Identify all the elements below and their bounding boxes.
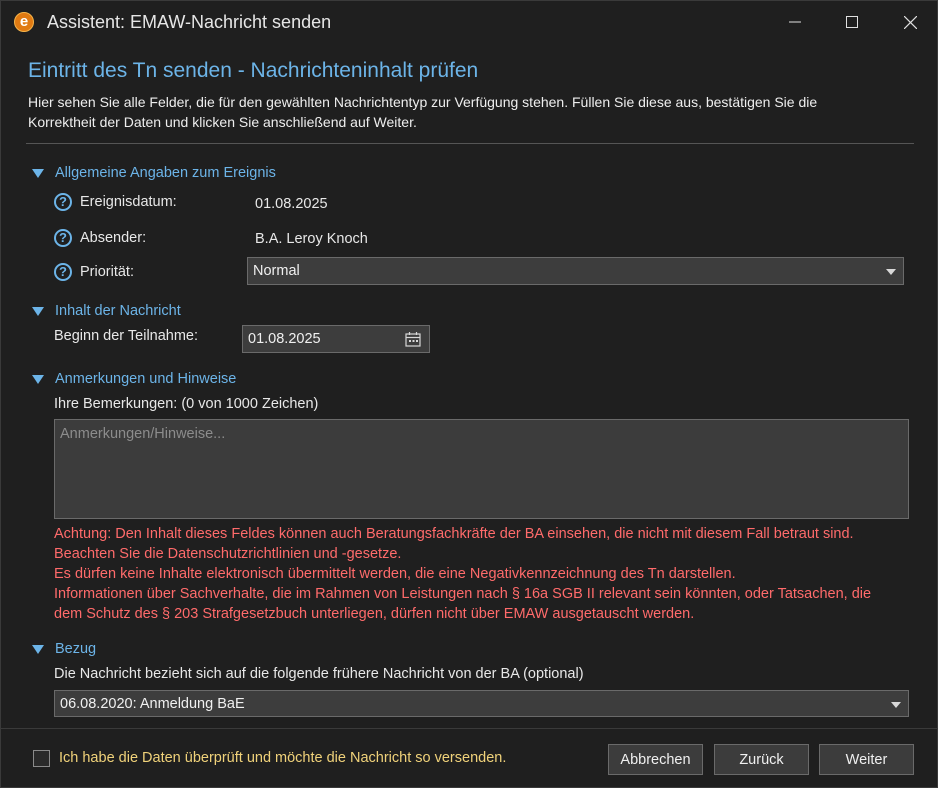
collapse-triangle-icon — [32, 307, 44, 316]
reference-selected-value: 06.08.2020: Anmeldung BaE — [60, 695, 245, 712]
maximize-button[interactable] — [829, 5, 875, 39]
collapse-triangle-icon — [32, 645, 44, 654]
dropdown-caret-icon — [891, 701, 901, 708]
minimize-button[interactable] — [772, 5, 818, 39]
title-bar: e Assistent: EMAW-Nachricht senden — [1, 1, 937, 43]
intro-line-2: Korrektheit der Daten und klicken Sie an… — [28, 114, 417, 130]
privacy-warning: Achtung: Den Inhalt dieses Feldes können… — [54, 524, 914, 624]
sender-value: B.A. Leroy Knoch — [255, 231, 368, 247]
remarks-textarea[interactable]: Anmerkungen/Hinweise... — [54, 419, 909, 519]
minimize-icon — [789, 21, 801, 23]
warning-line: Es dürfen keine Inhalte elektronisch übe… — [54, 566, 736, 582]
collapse-triangle-icon — [32, 375, 44, 384]
help-icon[interactable]: ? — [54, 193, 72, 211]
remarks-label: Ihre Bemerkungen: (0 von 1000 Zeichen) — [54, 396, 319, 412]
calendar-icon[interactable] — [405, 331, 421, 347]
section-reference-header[interactable]: Bezug — [32, 641, 96, 657]
remarks-placeholder: Anmerkungen/Hinweise... — [60, 426, 226, 442]
sender-label: Absender: — [80, 230, 147, 246]
section-remarks-header[interactable]: Anmerkungen und Hinweise — [32, 371, 236, 387]
priority-dropdown[interactable]: Normal — [247, 257, 904, 285]
warning-line: Beachten Sie die Datenschutzrichtlinien … — [54, 546, 402, 562]
intro-text: Hier sehen Sie alle Felder, die für den … — [28, 92, 908, 132]
section-general-title: Allgemeine Angaben zum Ereignis — [55, 165, 276, 181]
maximize-icon — [846, 16, 858, 28]
start-date-label: Beginn der Teilnahme: — [54, 328, 199, 344]
footer-divider — [1, 728, 937, 729]
help-icon[interactable]: ? — [54, 263, 72, 281]
intro-line-1: Hier sehen Sie alle Felder, die für den … — [28, 94, 818, 110]
close-icon — [903, 15, 917, 29]
priority-label: Priorität: — [80, 264, 134, 280]
warning-line: Informationen über Sachverhalte, die im … — [54, 586, 872, 602]
section-content-header[interactable]: Inhalt der Nachricht — [32, 303, 181, 319]
close-button[interactable] — [887, 5, 933, 39]
warning-line: Achtung: Den Inhalt dieses Feldes können… — [54, 526, 854, 542]
event-date-value: 01.08.2025 — [255, 196, 328, 212]
collapse-triangle-icon — [32, 169, 44, 178]
next-button[interactable]: Weiter — [819, 744, 914, 775]
window-title: Assistent: EMAW-Nachricht senden — [47, 12, 332, 32]
priority-selected-value: Normal — [253, 263, 300, 279]
page-heading: Eintritt des Tn senden - Nachrichteninha… — [28, 59, 479, 82]
section-reference-title: Bezug — [55, 641, 97, 657]
dropdown-caret-icon — [886, 269, 896, 275]
confirm-label[interactable]: Ich habe die Daten überprüft und möchte … — [59, 750, 506, 766]
section-remarks-title: Anmerkungen und Hinweise — [55, 371, 237, 387]
start-date-picker[interactable]: 01.08.2025 — [242, 325, 430, 353]
section-general-header[interactable]: Allgemeine Angaben zum Ereignis — [32, 165, 276, 181]
cancel-button[interactable]: Abbrechen — [608, 744, 703, 775]
app-logo-icon: e — [14, 12, 34, 32]
back-button[interactable]: Zurück — [714, 744, 809, 775]
warning-line: dem Schutz des § 203 Strafgesetzbuch unt… — [54, 606, 695, 622]
assistant-window: e Assistent: EMAW-Nachricht senden Eintr… — [0, 0, 938, 788]
event-date-label: Ereignisdatum: — [80, 194, 177, 210]
reference-label: Die Nachricht bezieht sich auf die folge… — [54, 666, 584, 682]
reference-dropdown[interactable]: 06.08.2020: Anmeldung BaE — [54, 690, 909, 717]
help-icon[interactable]: ? — [54, 229, 72, 247]
header-divider — [26, 143, 914, 144]
section-content-title: Inhalt der Nachricht — [55, 303, 181, 319]
confirm-checkbox[interactable] — [33, 750, 50, 767]
start-date-value: 01.08.2025 — [248, 331, 321, 347]
